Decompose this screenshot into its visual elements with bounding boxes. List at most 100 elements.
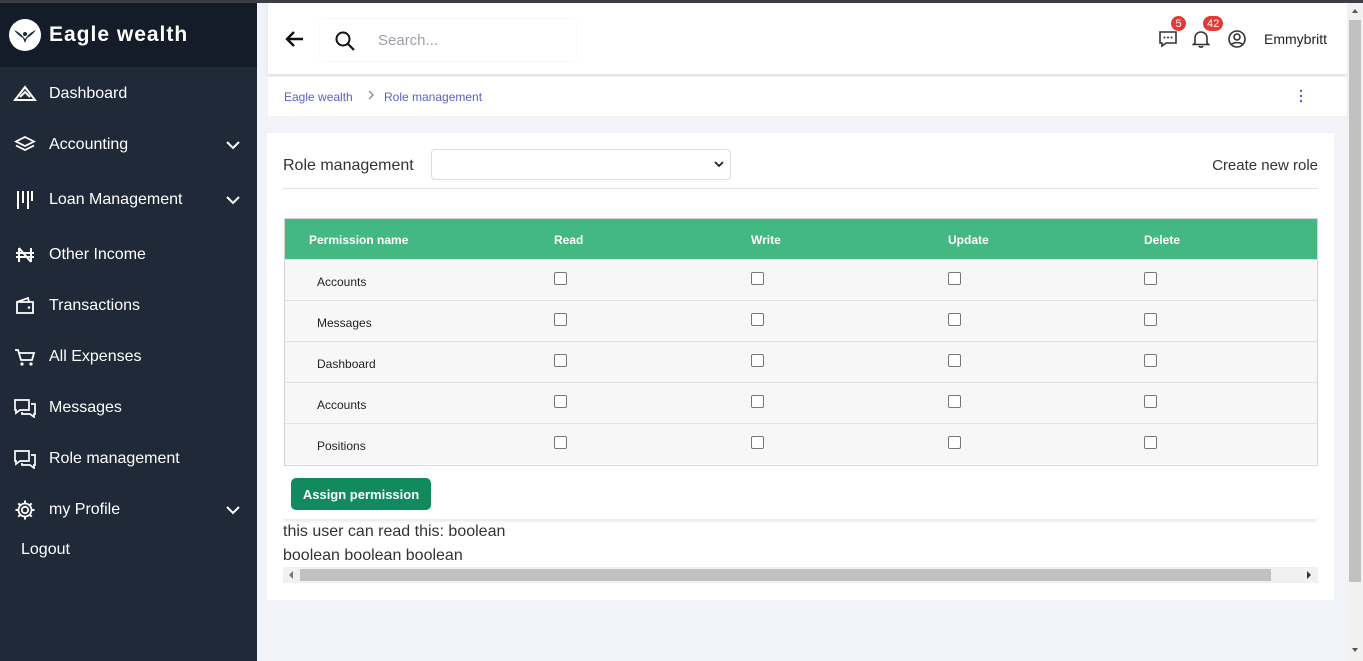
sidebar-item-transactions[interactable]: Transactions [0, 293, 257, 319]
info-line: this user can read this: boolean [283, 523, 506, 540]
scroll-right-arrow-icon[interactable] [1306, 571, 1312, 579]
permission-name: Dashboard [317, 357, 376, 371]
read-checkbox[interactable] [554, 395, 567, 408]
table-row: Positions [285, 423, 1317, 464]
username[interactable]: Emmybritt [1264, 31, 1327, 47]
back-arrow-icon[interactable] [284, 28, 306, 50]
sidebar-item-label: Accounting [49, 136, 129, 153]
sidebar-item-messages[interactable]: Messages [0, 395, 257, 421]
messages-icon[interactable] [1158, 29, 1178, 49]
divider [283, 188, 1318, 189]
sidebar-item-loan-management[interactable]: Loan Management [0, 187, 257, 213]
delete-checkbox[interactable] [1144, 436, 1157, 449]
delete-checkbox[interactable] [1144, 354, 1157, 367]
table-card-bottom [283, 516, 1318, 519]
user-avatar-icon[interactable] [1227, 29, 1247, 49]
sidebar-item-label: Loan Management [49, 191, 183, 208]
permission-name: Positions [317, 439, 366, 453]
sidebar-item-accounting[interactable]: Accounting [0, 132, 257, 158]
table-row: Accounts [285, 259, 1317, 300]
write-checkbox[interactable] [751, 395, 764, 408]
read-checkbox[interactable] [554, 354, 567, 367]
update-checkbox[interactable] [948, 436, 961, 449]
cart-icon [13, 345, 37, 369]
column-header: Delete [1144, 233, 1181, 247]
scroll-down-arrow-icon[interactable] [1352, 647, 1358, 653]
read-checkbox[interactable] [554, 436, 567, 449]
bell-icon[interactable] [1191, 29, 1211, 49]
sidebar: Eagle wealth Dashboard Accounting Loan M… [0, 3, 257, 661]
sidebar-item-role-management[interactable]: Role management [0, 446, 257, 472]
sidebar-item-all-expenses[interactable]: All Expenses [0, 344, 257, 370]
update-checkbox[interactable] [948, 272, 961, 285]
sidebar-item-other-income[interactable]: Other Income [0, 242, 257, 268]
table-row: Accounts [285, 382, 1317, 423]
role-select[interactable] [431, 149, 731, 180]
notifications-badge: 42 [1203, 16, 1224, 31]
table-body: Accounts Messages Dashboard Accounts Positio… [285, 259, 1317, 464]
window-top-border [0, 0, 1363, 3]
delete-checkbox[interactable] [1144, 395, 1157, 408]
update-checkbox[interactable] [948, 395, 961, 408]
role-management-card: Role management Create new role Permissi… [267, 133, 1334, 600]
vertical-scrollbar[interactable] [1347, 3, 1363, 661]
update-checkbox[interactable] [948, 354, 961, 367]
scroll-up-arrow-icon[interactable] [1352, 8, 1358, 14]
logout-link[interactable]: Logout [21, 541, 70, 559]
table-row: Messages [285, 300, 1317, 341]
read-checkbox[interactable] [554, 313, 567, 326]
chat-icon [13, 396, 37, 420]
table-header: Permission name Read Write Update Delete [285, 219, 1317, 259]
brand-name: Eagle wealth [49, 23, 189, 46]
eagle-logo-icon [9, 19, 41, 51]
chat-icon [13, 447, 37, 471]
write-checkbox[interactable] [751, 436, 764, 449]
permissions-table: Permission name Read Write Update Delete… [284, 218, 1318, 466]
breadcrumb: Eagle wealth Role management [268, 77, 1347, 116]
info-line: boolean boolean boolean [283, 547, 463, 564]
dashboard-icon [13, 82, 37, 106]
chevron-down-icon[interactable] [224, 139, 242, 151]
column-header: Write [751, 233, 781, 247]
permission-name: Messages [317, 316, 372, 330]
scrollbar-thumb[interactable] [1349, 20, 1361, 582]
search-icon[interactable] [334, 30, 356, 52]
write-checkbox[interactable] [751, 272, 764, 285]
sidebar-item-label: Messages [49, 399, 122, 416]
delete-checkbox[interactable] [1144, 313, 1157, 326]
search-input[interactable] [378, 29, 568, 51]
search-box [320, 19, 576, 61]
sidebar-item-label: my Profile [49, 501, 121, 518]
scroll-left-arrow-icon[interactable] [288, 571, 294, 579]
horizontal-scrollbar[interactable] [283, 567, 1318, 583]
breadcrumb-root[interactable]: Eagle wealth [284, 90, 353, 104]
sidebar-item-label: Other Income [49, 246, 146, 263]
permission-name: Accounts [317, 398, 367, 412]
sidebar-item-label: Role management [49, 450, 180, 467]
write-checkbox[interactable] [751, 313, 764, 326]
bars-icon [13, 188, 37, 212]
sidebar-item-dashboard[interactable]: Dashboard [0, 81, 257, 107]
write-checkbox[interactable] [751, 354, 764, 367]
assign-permission-button[interactable]: Assign permission [291, 478, 431, 510]
update-checkbox[interactable] [948, 313, 961, 326]
column-header: Permission name [309, 233, 409, 247]
read-checkbox[interactable] [554, 272, 567, 285]
top-header: 5 42 Emmybritt [268, 3, 1347, 74]
more-vertical-icon[interactable] [1298, 89, 1304, 103]
sidebar-item-label: Dashboard [49, 85, 128, 102]
gear-icon [13, 498, 37, 522]
column-header: Update [948, 233, 989, 247]
scrollbar-thumb[interactable] [300, 569, 1271, 581]
create-role-button[interactable]: Create new role [1212, 157, 1318, 174]
chevron-down-icon[interactable] [224, 504, 242, 516]
chevron-down-icon[interactable] [224, 194, 242, 206]
table-row: Dashboard [285, 341, 1317, 382]
breadcrumb-current[interactable]: Role management [384, 90, 482, 104]
chevron-down-icon [714, 161, 724, 168]
delete-checkbox[interactable] [1144, 272, 1157, 285]
sidebar-item-my-profile[interactable]: my Profile [0, 497, 257, 523]
chevron-right-icon [368, 90, 374, 100]
naira-icon [13, 243, 37, 267]
brand[interactable]: Eagle wealth [0, 3, 257, 67]
